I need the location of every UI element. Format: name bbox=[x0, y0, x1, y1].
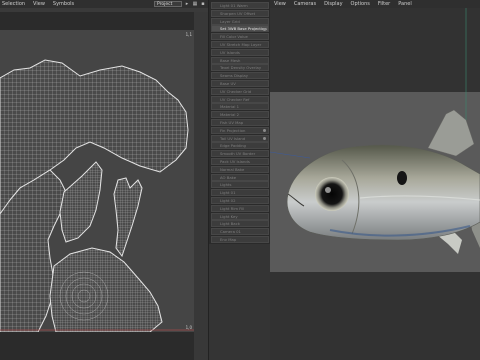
layer-item[interactable]: Edge Padding bbox=[211, 142, 269, 150]
layer-item[interactable]: Tail UV Island bbox=[211, 134, 269, 142]
layer-item[interactable]: Camera 01 bbox=[211, 228, 269, 236]
layer-item[interactable]: Material 2 bbox=[211, 111, 269, 119]
dorsal-fin bbox=[427, 109, 475, 157]
layer-visibility-icon[interactable] bbox=[263, 27, 266, 31]
layer-item-label: Layer Grid bbox=[220, 18, 240, 24]
layer-item[interactable]: AO Bake bbox=[211, 173, 269, 181]
menu-options[interactable]: Options bbox=[351, 1, 370, 7]
layer-item-label: Camera 01 bbox=[220, 229, 241, 235]
layer-item-label: Material 2 bbox=[220, 112, 240, 118]
layer-item-label: Normal Bake bbox=[220, 166, 245, 172]
layer-item-label: Env Map bbox=[220, 237, 237, 242]
project-select[interactable]: Project bbox=[154, 1, 182, 7]
panel-empty-area bbox=[209, 244, 271, 360]
layer-item-label: Smooth UV Border bbox=[220, 151, 256, 157]
layer-item-label: Base Mesh bbox=[220, 57, 241, 63]
layer-item[interactable]: Normal Bake bbox=[211, 165, 269, 173]
layer-item-label: Light Back bbox=[220, 221, 240, 227]
layer-item[interactable]: UV Checker Ref bbox=[211, 95, 269, 103]
layer-item-label: Fill Color Value bbox=[220, 34, 248, 40]
layer-item-label: Light Rim Fill bbox=[220, 205, 245, 211]
layer-item-label: Tail UV Island bbox=[220, 135, 246, 141]
layer-item[interactable]: Layer Grid bbox=[211, 17, 269, 25]
layer-item[interactable]: UV Stretch Map Layer bbox=[211, 41, 269, 48]
layer-item[interactable]: Light 02 bbox=[211, 197, 269, 204]
toolbar-arrow-icon[interactable]: ▸ bbox=[184, 1, 190, 7]
menu-cameras[interactable]: Cameras bbox=[294, 1, 316, 7]
uv-corner-label-top: 1,1 bbox=[185, 32, 192, 37]
uv-editor-toolbar bbox=[0, 8, 208, 12]
layer-item-label: AO Bake bbox=[220, 174, 237, 180]
layer-item[interactable]: Base UV bbox=[211, 80, 269, 87]
layer-item-label: Base UV bbox=[220, 81, 236, 86]
layer-item-label: Fin Projection bbox=[220, 127, 246, 133]
layer-item-label: UV Checker Grid bbox=[220, 88, 252, 94]
menu-view[interactable]: View bbox=[33, 1, 45, 7]
layer-item-label: Seams Display bbox=[220, 73, 248, 79]
layer-item-label: Edge Padding bbox=[220, 143, 246, 149]
uv-corner-label-bottom: 1,0 bbox=[185, 325, 192, 330]
uv-side-gutter bbox=[194, 12, 208, 360]
layer-item-label: Light 01 bbox=[220, 190, 236, 196]
layer-item[interactable]: Fish UV Map bbox=[211, 119, 269, 126]
menu-panel[interactable]: Panel bbox=[398, 1, 412, 7]
layer-item[interactable]: Base Mesh bbox=[211, 56, 269, 64]
layer-item-label: UV Islands bbox=[220, 49, 240, 55]
fish-eye bbox=[315, 177, 349, 211]
uv-viewport[interactable]: 1,1 1,0 bbox=[0, 30, 194, 332]
menu-selection[interactable]: Selection bbox=[2, 1, 25, 7]
toolbar-grid-icon[interactable]: ▦ bbox=[192, 1, 198, 7]
body-spot bbox=[397, 171, 407, 185]
uv-layout bbox=[0, 59, 194, 332]
layer-item[interactable]: Set 3WB Base Projection bbox=[211, 25, 269, 33]
layer-item-label: Texel Density Overlay bbox=[220, 65, 262, 71]
layer-visibility-icon[interactable] bbox=[263, 137, 266, 141]
layer-item-label: Fish UV Map bbox=[220, 120, 244, 125]
layer-item[interactable]: Seams Display bbox=[211, 72, 269, 80]
layer-item-label: Sharpen UV Offset bbox=[220, 10, 256, 16]
layer-item[interactable]: Fin Projection bbox=[211, 126, 269, 134]
layer-item-label: UV Stretch Map Layer bbox=[220, 42, 262, 47]
layer-item-label: Material 1 bbox=[220, 104, 240, 110]
layer-item[interactable]: Light Back bbox=[211, 220, 269, 228]
layer-item[interactable]: Pack UV Islands bbox=[211, 158, 269, 165]
layer-item[interactable]: Sharpen UV Offset bbox=[211, 9, 269, 17]
menu-display[interactable]: Display bbox=[324, 1, 342, 7]
layer-item[interactable]: UV Checker Grid bbox=[211, 87, 269, 95]
layer-item-label: Set 3WB Base Projection bbox=[220, 26, 267, 32]
viewport-menubar: View Cameras Display Options Filter Pane… bbox=[270, 0, 480, 8]
layer-item-label: Light 02 bbox=[220, 198, 236, 203]
layer-panel: Light 01 Warm Sharpen UV Offset Layer Grid… bbox=[208, 0, 271, 360]
layer-visibility-icon[interactable] bbox=[263, 129, 266, 133]
layer-item[interactable]: Lights bbox=[211, 181, 269, 189]
fish-model bbox=[270, 8, 480, 254]
layer-item[interactable]: Light Rim Fill bbox=[211, 204, 269, 212]
menu-view-3d[interactable]: View bbox=[274, 1, 286, 7]
layer-item[interactable]: Env Map bbox=[211, 236, 269, 243]
layer-item[interactable]: Light Key bbox=[211, 212, 269, 220]
layer-item[interactable]: UV Islands bbox=[211, 48, 269, 56]
layer-item[interactable]: Light 01 Warm bbox=[211, 2, 269, 9]
layer-item-label: UV Checker Ref bbox=[220, 96, 250, 102]
layer-item[interactable]: Material 1 bbox=[211, 103, 269, 111]
layer-item[interactable]: Texel Density Overlay bbox=[211, 64, 269, 72]
layer-item[interactable]: Light 01 bbox=[211, 189, 269, 197]
menu-symbols[interactable]: Symbols bbox=[53, 1, 74, 7]
layer-item[interactable]: Smooth UV Border bbox=[211, 150, 269, 158]
layer-item-label: Pack UV Islands bbox=[220, 159, 250, 164]
layer-item-label: Light 01 Warm bbox=[220, 3, 248, 8]
layer-item[interactable]: Fill Color Value bbox=[211, 33, 269, 41]
3d-viewport[interactable] bbox=[270, 8, 480, 360]
toolbar-settings-icon[interactable]: ▪ bbox=[200, 1, 206, 7]
menu-filter[interactable]: Filter bbox=[378, 1, 390, 7]
layer-item-label: Light Key bbox=[220, 213, 238, 219]
layer-item-label: Lights bbox=[220, 182, 232, 188]
